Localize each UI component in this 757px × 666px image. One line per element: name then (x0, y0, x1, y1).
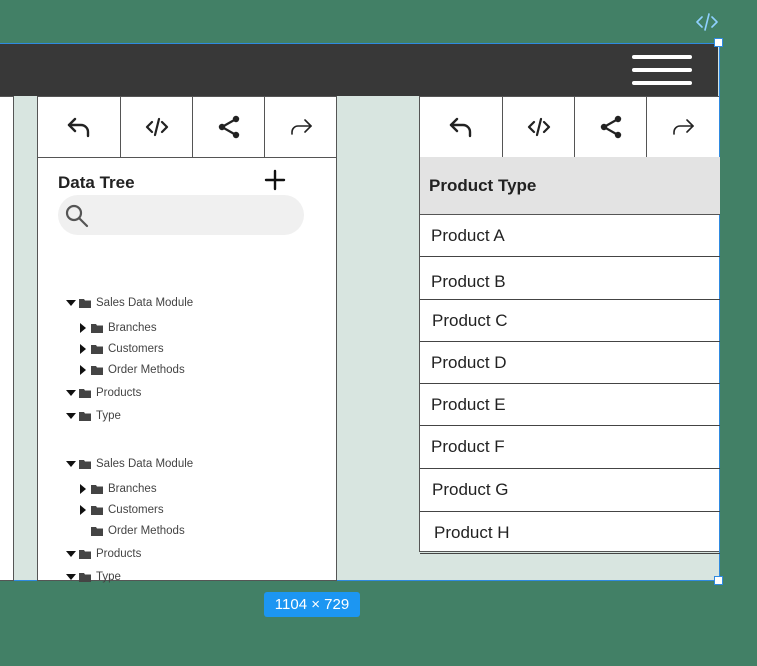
caret-right-icon (80, 484, 86, 494)
tree-node-child[interactable]: Order Methods (78, 364, 185, 376)
undo-button[interactable] (38, 97, 121, 157)
top-app-bar (0, 44, 718, 96)
undo-icon (67, 117, 90, 138)
tree-search-field[interactable] (58, 195, 304, 235)
redo-button[interactable] (265, 97, 337, 157)
tree-node-child[interactable]: Customers (78, 343, 164, 355)
caret-right-icon (80, 505, 86, 515)
search-icon (65, 204, 89, 228)
data-tree-title: Data Tree (58, 173, 135, 192)
share-button[interactable] (193, 97, 265, 157)
redo-icon (291, 119, 312, 135)
caret-down-icon (66, 461, 76, 467)
share-button[interactable] (575, 97, 647, 157)
product-type-panel: Product Type Product A Product B Product… (419, 96, 720, 554)
left-panel-edge (0, 96, 14, 581)
folder-icon (91, 365, 103, 375)
undo-icon (449, 117, 472, 138)
caret-right-icon (80, 323, 86, 333)
caret-down-icon (66, 390, 76, 396)
table-header: Product Type (420, 157, 720, 215)
frame-size-badge: 1104 × 729 (264, 592, 360, 617)
tree-node-label: Sales Data Module (96, 297, 194, 309)
folder-icon (79, 411, 91, 421)
tree-node-label: Order Methods (108, 525, 185, 537)
folder-icon (91, 526, 103, 536)
caret-right-icon (80, 365, 86, 375)
tree-node-label: Products (96, 548, 142, 560)
tree-node-label: Products (96, 387, 142, 399)
folder-icon (91, 505, 103, 515)
caret-down-icon (66, 551, 76, 557)
folder-icon (79, 298, 91, 308)
tree-node-root[interactable]: Products (66, 548, 141, 560)
tree-node-root[interactable]: Type (66, 571, 121, 583)
tree-node-label: Type (96, 571, 121, 583)
folder-icon (91, 344, 103, 354)
share-icon (218, 115, 239, 139)
tree-node-child[interactable]: Branches (78, 322, 157, 334)
tree-node-label: Customers (108, 504, 164, 516)
folder-icon (79, 459, 91, 469)
tree-node-label: Branches (108, 483, 157, 495)
table-row[interactable]: Product D (420, 342, 720, 384)
code-icon[interactable] (696, 12, 718, 32)
resize-handle-top-right[interactable] (714, 38, 723, 47)
tree-node-root[interactable]: Sales Data Module (66, 458, 193, 470)
tree-node-root[interactable]: Type (66, 410, 121, 422)
share-icon (600, 115, 621, 139)
table-row[interactable]: Product B (420, 257, 720, 300)
caret-right-icon (80, 344, 86, 354)
table-row[interactable]: Product E (420, 384, 720, 426)
tree-node-root[interactable]: Sales Data Module (66, 297, 193, 309)
tree-toolbar (38, 97, 337, 158)
code-icon (527, 117, 550, 137)
add-icon[interactable] (264, 169, 286, 191)
resize-handle-bottom-right[interactable] (714, 576, 723, 585)
caret-down-icon (66, 413, 76, 419)
redo-button[interactable] (647, 97, 719, 157)
table-row[interactable]: Product G (420, 469, 720, 512)
code-icon (145, 117, 168, 137)
undo-button[interactable] (420, 97, 503, 157)
table-row[interactable]: Product C (420, 300, 720, 342)
tree-node-child[interactable]: Customers (78, 504, 164, 516)
caret-down-icon (66, 574, 76, 580)
code-button[interactable] (503, 97, 575, 157)
folder-icon (79, 549, 91, 559)
tree-node-label: Type (96, 410, 121, 422)
table-row[interactable]: Product A (420, 215, 720, 257)
folder-icon (79, 388, 91, 398)
caret-down-icon (66, 300, 76, 306)
tree-node-child[interactable]: Branches (78, 483, 157, 495)
table-row[interactable]: Product H (420, 512, 720, 554)
frame-canvas[interactable]: Data Tree Sales Data Module Branches Cus… (0, 43, 720, 583)
tree-node-root[interactable]: Products (66, 387, 141, 399)
redo-icon (673, 119, 694, 135)
table-row[interactable]: Product F (420, 426, 720, 469)
data-tree-panel: Data Tree Sales Data Module Branches Cus… (37, 96, 337, 583)
code-button[interactable] (121, 97, 193, 157)
tree-node-label: Customers (108, 343, 164, 355)
hamburger-menu-icon[interactable] (632, 53, 692, 87)
tree-node-label: Branches (108, 322, 157, 334)
table-toolbar (420, 97, 719, 158)
folder-icon (91, 484, 103, 494)
tree-node-child[interactable]: Order Methods (91, 525, 185, 537)
tree-search-input[interactable] (98, 195, 294, 235)
tree-node-label: Order Methods (108, 364, 185, 376)
tree-node-label: Sales Data Module (96, 458, 194, 470)
folder-icon (79, 572, 91, 582)
folder-icon (91, 323, 103, 333)
